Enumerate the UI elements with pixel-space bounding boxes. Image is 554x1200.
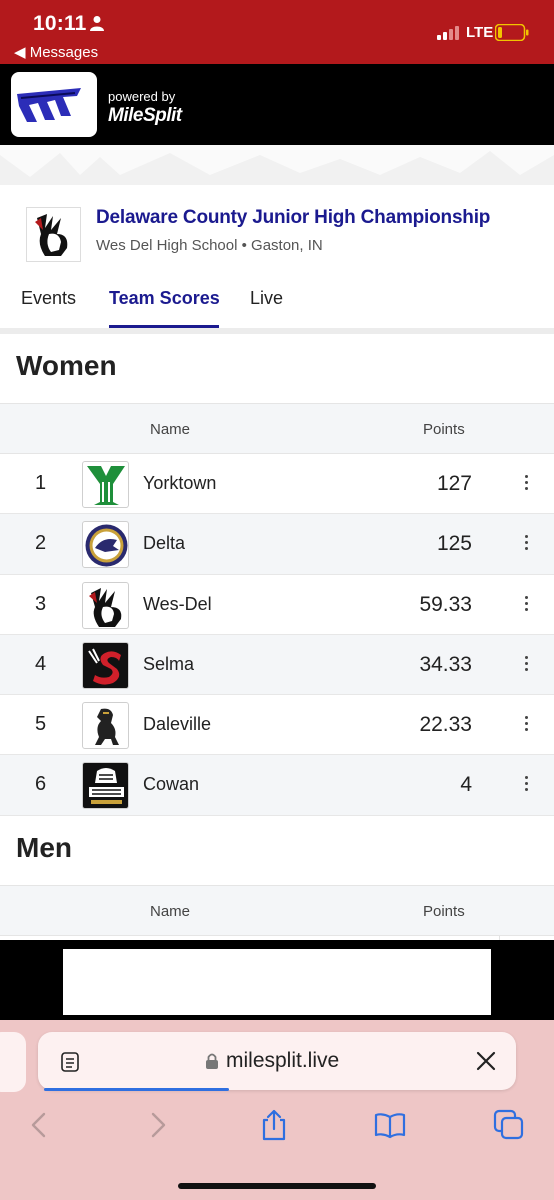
team-points: 125 (436, 532, 472, 556)
team-name[interactable]: Delta (143, 533, 185, 554)
daleville-bronco-logo-icon (82, 702, 129, 750)
column-header-name[interactable]: Name (150, 903, 190, 920)
back-to-messages[interactable]: ◀ Messages (14, 43, 98, 61)
reader-mode-icon[interactable] (60, 1051, 82, 1073)
table-row[interactable]: 3 Wes-Del 59.33 (0, 574, 554, 635)
warrior-head-icon (27, 208, 80, 261)
milesplit-brand: MileSplit (108, 105, 182, 126)
signal-icon (437, 26, 459, 40)
more-options-icon[interactable] (516, 532, 536, 556)
tabs-divider (0, 328, 554, 334)
team-name[interactable]: Wes-Del (143, 594, 212, 615)
meet-title[interactable]: Delaware County Junior High Championship (96, 207, 490, 229)
team-points: 59.33 (419, 592, 472, 616)
team-points: 34.33 (419, 652, 472, 676)
team-name[interactable]: Cowan (143, 774, 199, 795)
yorktown-y-logo-icon (82, 461, 129, 508)
team-rank: 3 (35, 592, 47, 615)
address-bar[interactable]: milesplit.live (38, 1032, 516, 1090)
men-scores-table: Name Points (0, 885, 554, 940)
forward-arrow-icon[interactable] (141, 1108, 175, 1142)
cowan-blackhawks-logo-icon (82, 762, 129, 810)
close-icon[interactable] (475, 1050, 497, 1072)
team-name[interactable]: Yorktown (143, 473, 216, 494)
share-icon[interactable] (257, 1108, 291, 1142)
runner-logo-icon (17, 88, 81, 122)
url-text[interactable]: milesplit.live (226, 1049, 339, 1073)
meet-tabs: Events Team Scores Live (0, 280, 554, 328)
table-row[interactable]: 1 Yorktown 127 (0, 454, 554, 515)
lock-icon (206, 1053, 218, 1069)
bookmarks-icon[interactable] (373, 1108, 407, 1142)
tab-live[interactable]: Live (250, 288, 283, 309)
home-indicator[interactable] (178, 1183, 376, 1189)
selma-s-logo-icon (82, 641, 129, 689)
team-name[interactable]: Selma (143, 654, 194, 675)
column-header-name[interactable]: Name (150, 421, 190, 438)
tab-events[interactable]: Events (21, 288, 76, 309)
women-scores-table: Name Points 1 Yorktown 127 2 Delta 125 3… (0, 403, 554, 816)
team-points: 4 (460, 773, 472, 797)
table-row[interactable]: 6 Cowan 4 (0, 755, 554, 816)
team-rank: 4 (35, 652, 47, 675)
table-header: Name Points (0, 404, 554, 454)
column-header-points[interactable]: Points (423, 903, 465, 920)
tab-team-scores[interactable]: Team Scores (109, 288, 220, 309)
ad-slot[interactable] (63, 949, 491, 1015)
status-bar: 10:11 ◀ Messages LTE (0, 0, 554, 64)
column-header-points[interactable]: Points (423, 421, 465, 438)
table-row[interactable]: 4 Selma 34.33 (0, 634, 554, 696)
wes-del-warrior-logo-icon (82, 581, 129, 629)
more-options-icon[interactable] (516, 593, 536, 617)
more-options-icon[interactable] (516, 773, 536, 797)
women-heading: Women (16, 350, 117, 381)
table-row[interactable]: 5 Daleville 22.33 (0, 695, 554, 756)
team-rank: 1 (35, 472, 47, 494)
more-options-icon[interactable] (516, 713, 536, 737)
team-points: 127 (436, 472, 472, 495)
ad-banner (0, 940, 554, 1020)
back-arrow-icon[interactable] (22, 1108, 56, 1142)
more-options-icon[interactable] (516, 472, 536, 496)
team-points: 22.33 (419, 713, 472, 737)
table-header: Name Points (0, 886, 554, 936)
meet-location: Wes Del High School • Gaston, IN (96, 237, 323, 254)
powered-by-label: powered by (108, 89, 176, 104)
page-load-progress (44, 1088, 229, 1091)
delta-eagle-logo-icon (82, 521, 129, 569)
meet-host-logo (26, 207, 81, 262)
more-options-icon[interactable] (516, 653, 536, 677)
men-heading: Men (16, 832, 72, 863)
tabs-icon[interactable] (492, 1108, 526, 1142)
network-label: LTE (466, 24, 494, 41)
team-name[interactable]: Daleville (143, 714, 211, 735)
team-rank: 6 (35, 773, 47, 796)
previous-tab-preview[interactable] (0, 1032, 26, 1092)
status-time: 10:11 (33, 12, 87, 35)
battery-icon (495, 24, 529, 41)
decorative-banner (0, 145, 554, 185)
person-icon (90, 16, 104, 31)
site-logo[interactable] (11, 72, 97, 137)
team-rank: 5 (35, 713, 47, 736)
team-rank: 2 (35, 532, 47, 555)
site-banner: powered by MileSplit (0, 64, 554, 145)
table-row[interactable]: 2 Delta 125 (0, 514, 554, 575)
